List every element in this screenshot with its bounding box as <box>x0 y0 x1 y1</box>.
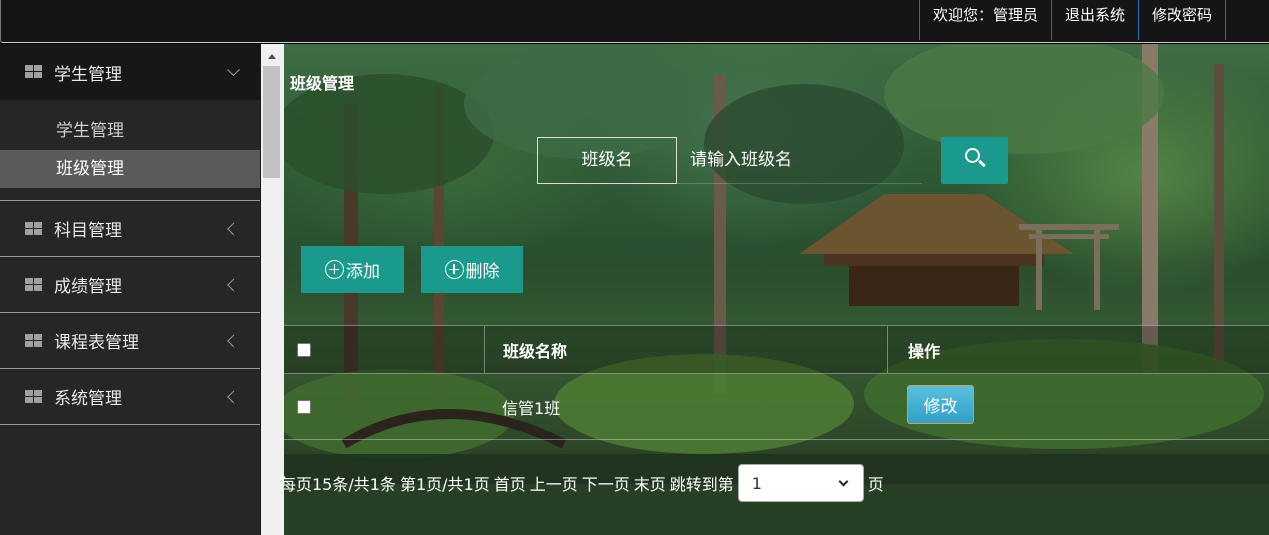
grid-icon <box>25 65 42 79</box>
class-table: 班级名称 操作 信管1班 修改 <box>284 325 1269 440</box>
sidebar-menu-label: 科目管理 <box>54 221 122 241</box>
page-suffix: 页 <box>867 475 884 494</box>
sidebar: 学生管理 学生管理 班级管理 科目管理 成绩管理 课程表管理 系统管理 <box>0 44 261 535</box>
main-content: 班级管理 班级名 添加 删除 班级名称 操作 信管1班 修改 每页15条/共1条… <box>284 44 1269 535</box>
sidebar-menu-timetable[interactable]: 课程表管理 <box>0 313 260 369</box>
table-row: 信管1班 修改 <box>284 374 1269 440</box>
sidebar-item-class[interactable]: 班级管理 <box>0 150 260 188</box>
search-label: 班级名 <box>537 137 677 184</box>
table-header-row: 班级名称 操作 <box>284 325 1269 374</box>
sidebar-menu-score[interactable]: 成绩管理 <box>0 257 260 313</box>
sidebar-scrollbar[interactable] <box>261 44 284 535</box>
edit-button[interactable]: 修改 <box>907 385 974 424</box>
pager-summary: 每页15条/共1条 <box>284 475 396 494</box>
chevron-left-icon <box>227 334 240 347</box>
top-links: 欢迎您：管理员 退出系统 修改密码 <box>918 0 1226 40</box>
select-all-checkbox[interactable] <box>297 342 311 357</box>
first-page-link[interactable]: 首页 <box>494 471 526 495</box>
pagination: 每页15条/共1条 第1页/共1页 首页 上一页 下一页 末页 跳转到第 1 页 <box>284 464 888 502</box>
add-button-label: 添加 <box>346 262 380 282</box>
plus-circle-icon <box>444 260 464 279</box>
plus-circle-icon <box>325 260 344 279</box>
class-name-search-input[interactable] <box>677 137 922 184</box>
sidebar-menu-label: 课程表管理 <box>54 333 139 353</box>
pager-page-info: 第1页/共1页 <box>399 475 490 494</box>
row-checkbox[interactable] <box>297 399 311 414</box>
submenu-student: 学生管理 班级管理 <box>0 100 260 201</box>
class-name-cell: 信管1班 <box>502 398 561 418</box>
search-button[interactable] <box>941 137 1008 184</box>
page-title: 班级管理 <box>290 74 355 93</box>
column-header-actions: 操作 <box>887 326 1269 373</box>
sidebar-menu-student[interactable]: 学生管理 <box>0 44 260 100</box>
grid-icon <box>25 221 42 236</box>
chevron-left-icon <box>227 278 240 291</box>
top-bar: 欢迎您：管理员 退出系统 修改密码 <box>0 0 1269 43</box>
chevron-left-icon <box>227 390 240 403</box>
last-page-link[interactable]: 末页 <box>634 471 666 495</box>
prev-page-link[interactable]: 上一页 <box>530 471 578 495</box>
chevron-left-icon <box>227 222 240 235</box>
logout-link[interactable]: 退出系统 <box>1050 0 1138 40</box>
sidebar-menu-label: 系统管理 <box>54 389 122 409</box>
page-select[interactable]: 1 <box>737 464 864 502</box>
welcome-text: 欢迎您：管理员 <box>918 0 1051 40</box>
chevron-down-icon <box>838 476 849 487</box>
delete-button[interactable]: 删除 <box>421 246 523 293</box>
sidebar-menu-label: 学生管理 <box>54 64 122 85</box>
change-password-link[interactable]: 修改密码 <box>1137 0 1226 40</box>
delete-button-label: 删除 <box>465 262 500 282</box>
grid-icon <box>25 389 42 404</box>
add-button[interactable]: 添加 <box>301 246 404 293</box>
chevron-down-icon <box>227 63 240 77</box>
jump-label: 跳转到第 <box>669 475 734 494</box>
sidebar-menu-system[interactable]: 系统管理 <box>0 369 260 425</box>
column-header-class-name: 班级名称 <box>484 326 887 373</box>
grid-icon <box>25 277 42 292</box>
sidebar-menu-label: 成绩管理 <box>54 277 122 297</box>
grid-icon <box>25 333 42 348</box>
sidebar-item-student[interactable]: 学生管理 <box>0 112 260 150</box>
next-page-link[interactable]: 下一页 <box>582 471 630 495</box>
scrollbar-thumb[interactable] <box>263 66 280 178</box>
scroll-up-arrow-icon[interactable] <box>268 54 276 59</box>
sidebar-menu-subject[interactable]: 科目管理 <box>0 201 260 257</box>
page-select-value: 1 <box>751 473 762 493</box>
